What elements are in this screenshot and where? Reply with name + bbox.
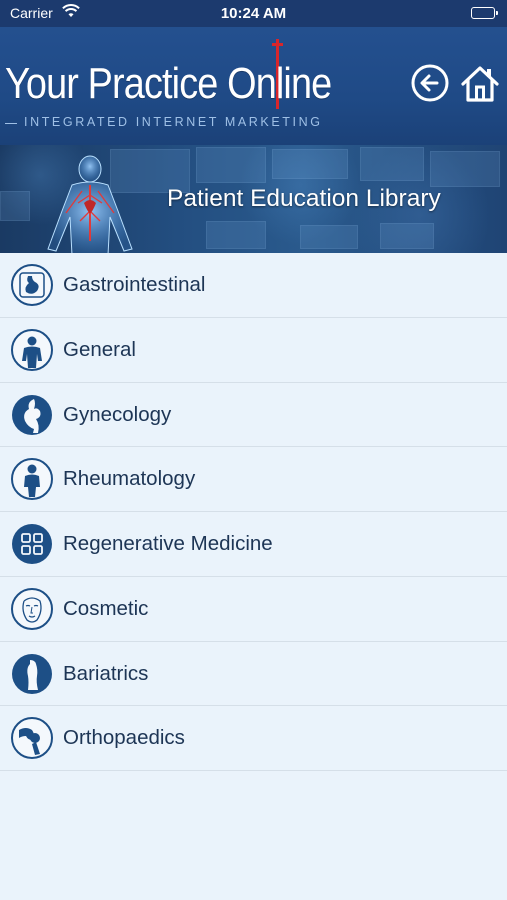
joint-icon bbox=[11, 717, 53, 760]
banner-title: Patient Education Library bbox=[167, 185, 441, 212]
category-label: Cosmetic bbox=[63, 596, 149, 620]
category-label: Regenerative Medicine bbox=[63, 532, 273, 555]
library-banner: Patient Education Library bbox=[0, 145, 507, 253]
list-item-orthopaedics[interactable]: Orthopaedics bbox=[0, 706, 507, 771]
list-item-rheumatology[interactable]: Rheumatology bbox=[0, 447, 507, 512]
list-item-bariatrics[interactable]: Bariatrics bbox=[0, 642, 507, 707]
category-label: Rheumatology bbox=[63, 467, 196, 491]
anatomy-figure-image bbox=[47, 155, 133, 253]
status-bar: Carrier 10:24 AM bbox=[0, 0, 507, 27]
clock: 10:24 AM bbox=[220, 5, 287, 22]
list-item-cosmetic[interactable]: Cosmetic bbox=[0, 577, 507, 642]
app-header: Your Practice Online INTEGRATED INTERNET… bbox=[0, 27, 507, 145]
stomach-icon bbox=[11, 264, 53, 306]
category-label: Gynecology bbox=[63, 402, 172, 426]
logo-subtitle: INTEGRATED INTERNET MARKETING bbox=[24, 115, 323, 129]
back-button[interactable] bbox=[410, 63, 450, 103]
list-item-general[interactable]: General bbox=[0, 318, 507, 383]
logo-rule-left bbox=[5, 123, 17, 124]
person-icon bbox=[11, 328, 53, 371]
category-list: Gastrointestinal General Gynecology Rheu… bbox=[0, 253, 507, 771]
category-label: General bbox=[63, 337, 136, 361]
category-label: Orthopaedics bbox=[63, 726, 185, 750]
list-item-regenerative-medicine[interactable]: Regenerative Medicine bbox=[0, 512, 507, 577]
home-icon bbox=[461, 66, 499, 102]
torso-icon bbox=[12, 653, 52, 694]
list-item-gastrointestinal[interactable]: Gastrointestinal bbox=[0, 253, 507, 318]
category-label: Gastrointestinal bbox=[63, 273, 206, 296]
list-item-gynecology[interactable]: Gynecology bbox=[0, 383, 507, 448]
face-icon bbox=[11, 587, 53, 630]
pregnancy-icon bbox=[12, 394, 52, 435]
battery-icon bbox=[471, 7, 498, 19]
home-button[interactable] bbox=[460, 63, 500, 103]
logo-title: Your Practice Online bbox=[5, 59, 332, 108]
back-arrow-icon bbox=[411, 64, 449, 102]
grid-cells-icon bbox=[12, 524, 52, 564]
category-label: Bariatrics bbox=[63, 661, 149, 685]
body-figure-icon bbox=[11, 458, 53, 501]
